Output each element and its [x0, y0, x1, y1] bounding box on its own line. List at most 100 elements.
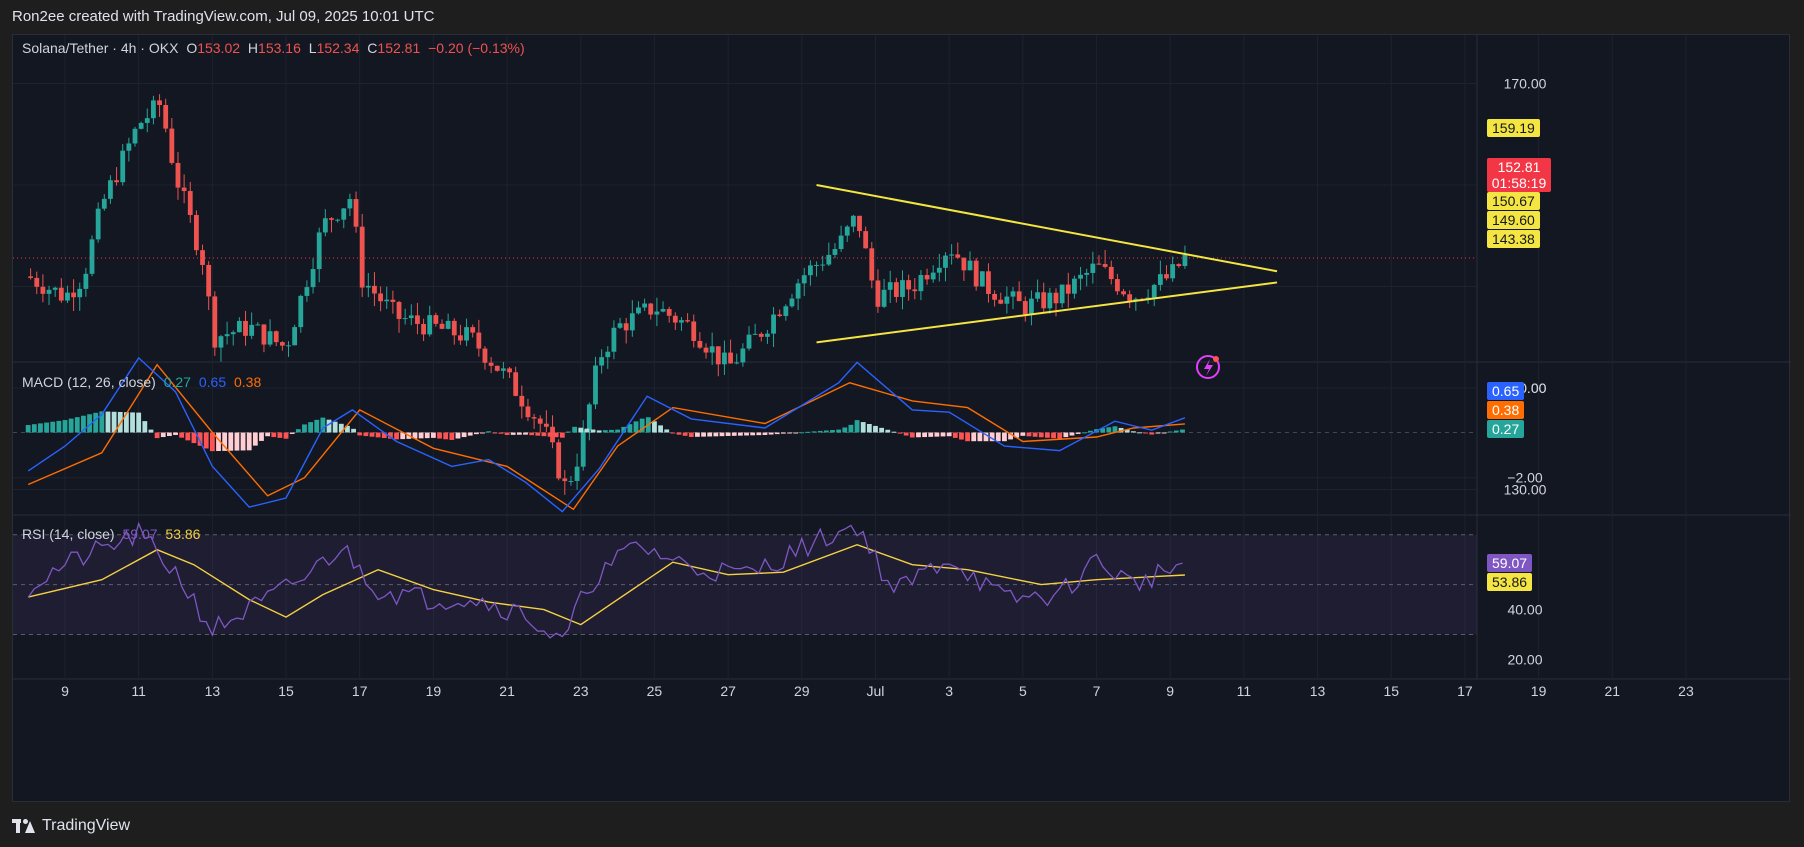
rsi-ma-value: 53.86 — [165, 526, 201, 542]
candle-body — [709, 346, 715, 353]
candle-body — [623, 323, 629, 331]
candle-body — [507, 368, 512, 373]
macd-hist-bar — [535, 432, 541, 436]
macd-hist-bar — [363, 432, 369, 437]
macd-hist-bar — [995, 432, 1001, 442]
candle-body — [728, 352, 733, 364]
candle-body — [586, 404, 592, 431]
candle-body — [1035, 292, 1040, 299]
candle-body — [464, 327, 469, 341]
candle-body — [1176, 264, 1182, 267]
macd-hist-bar — [897, 432, 903, 434]
macd-hist-bar — [1063, 432, 1069, 438]
macd-hist-bar — [584, 428, 590, 433]
rsi-legend: RSI (14, close) 59.07 53.86 — [22, 526, 204, 542]
macd-hist-bar — [31, 424, 37, 433]
candle-body — [998, 299, 1004, 304]
candle-body — [513, 372, 519, 396]
footer-brand-label: TradingView — [42, 817, 131, 834]
candle-body — [390, 299, 396, 302]
symbol-label[interactable]: Solana/Tether · 4h · OKX — [22, 40, 178, 56]
macd-tick-label: −2.00 — [1507, 470, 1543, 486]
macd-hist-bar — [1045, 432, 1050, 438]
candle-body — [218, 336, 224, 348]
macd-hist-bar — [854, 420, 860, 433]
candle-body — [556, 442, 562, 479]
candle-body — [629, 313, 635, 331]
macd-indicator-name[interactable]: MACD (12, 26, close) — [22, 374, 156, 390]
macd-hist-bar — [523, 432, 528, 435]
candle-body — [531, 417, 537, 419]
candle-body — [826, 254, 832, 265]
macd-hist-bar — [572, 426, 578, 433]
macd-hist-bar — [805, 431, 811, 433]
open-label: O — [186, 40, 198, 56]
candle-body — [1114, 279, 1120, 292]
rsi-value: 59.07 — [122, 526, 158, 542]
candle-body — [900, 280, 905, 297]
macd-hist-bar — [965, 432, 970, 442]
macd-hist-bar — [424, 432, 430, 439]
macd-hist-bar — [762, 432, 768, 435]
candle-body — [212, 296, 218, 348]
macd-hist-bar — [437, 432, 442, 439]
footer-brand[interactable]: TradingView — [12, 817, 130, 835]
x-tick-label: 9 — [61, 683, 69, 699]
macd-hist-bar — [203, 432, 209, 449]
x-tick-label: 19 — [1531, 683, 1547, 699]
candle-body — [408, 315, 414, 319]
candle-body — [734, 362, 740, 364]
candle-body — [329, 218, 334, 220]
x-tick-label: 11 — [1237, 683, 1252, 699]
candle-body — [672, 315, 678, 323]
chart-canvas[interactable]: 9 11 13 15 17 19 21 23 25 27 29 Jul 3 5 7 9 11 13 15 17 19 21… — [13, 35, 1791, 803]
candle-body — [918, 275, 924, 292]
macd-hist-bar — [1026, 432, 1032, 437]
price-legend: Solana/Tether · 4h · OKX O153.02 H153.16… — [22, 40, 529, 56]
x-tick-label: 13 — [1310, 683, 1326, 699]
candle-body — [636, 307, 641, 314]
chart-frame[interactable]: 9 11 13 15 17 19 21 23 25 27 29 Jul 3 5 7 9 11 13 15 17 19 21… — [12, 34, 1791, 803]
macd-hist-bar — [823, 430, 829, 433]
candle-body — [58, 287, 64, 301]
macd-hist-bar — [50, 421, 56, 433]
macd-hist-bar — [1081, 432, 1087, 434]
candle-body — [415, 315, 420, 324]
candle-body — [850, 215, 856, 227]
candle-body — [89, 239, 95, 274]
candle-body — [261, 324, 267, 345]
level-badge-159: 159.19 — [1487, 119, 1540, 137]
candle-body — [1022, 301, 1028, 315]
candle-body — [949, 254, 955, 256]
macd-hist-bar — [1161, 432, 1167, 434]
macd-hist-bar — [240, 432, 246, 451]
macd-hist-bar — [541, 432, 547, 437]
candle-body — [138, 122, 144, 129]
macd-hist-bar — [25, 425, 31, 433]
macd-hist-bar — [793, 432, 799, 434]
macd-hist-bar — [928, 432, 934, 437]
candle-body — [402, 318, 408, 320]
candle-body — [1170, 264, 1176, 279]
candle-body — [445, 320, 451, 329]
macd-hist-bar — [1087, 430, 1093, 433]
candle-body — [200, 250, 205, 265]
candle-body — [224, 334, 230, 337]
candle-body — [887, 282, 893, 290]
macd-hist-bar — [952, 432, 958, 438]
macd-hist-bar — [731, 432, 737, 436]
macd-hist-bar — [652, 421, 657, 433]
candle-body — [906, 280, 912, 290]
candle-body — [525, 406, 531, 418]
macd-hist-bar — [959, 432, 964, 440]
macd-hist-bar — [68, 418, 74, 433]
rsi-indicator-name[interactable]: RSI (14, close) — [22, 526, 115, 542]
macd-hist-bar — [486, 431, 492, 433]
macd-hist-bar — [566, 431, 571, 433]
candle-body — [267, 331, 273, 345]
candle-body — [979, 271, 985, 287]
x-tick-label: 25 — [647, 683, 663, 699]
candle-body — [924, 275, 930, 280]
candle-body — [83, 273, 89, 289]
candle-body — [943, 255, 948, 268]
